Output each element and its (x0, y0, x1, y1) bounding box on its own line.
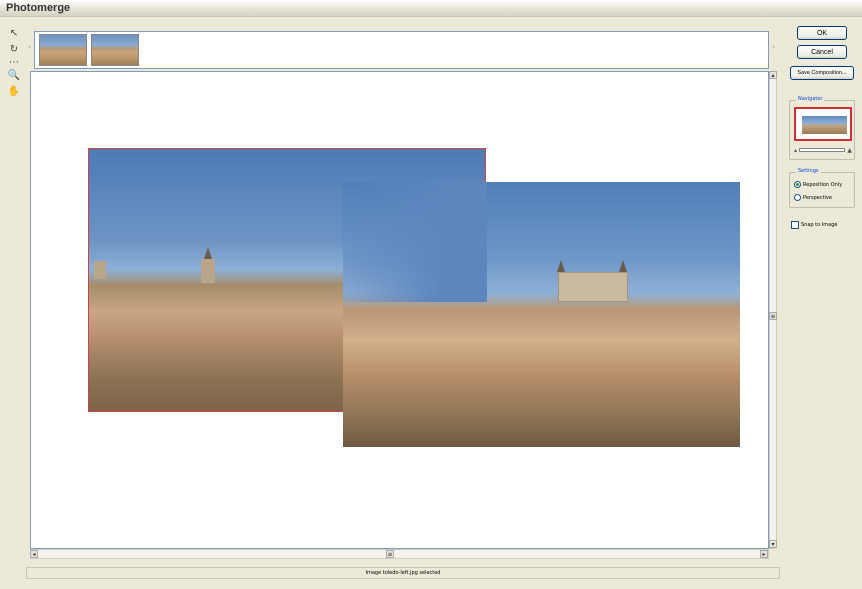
lightbox-scroll-right-icon[interactable]: › (772, 42, 775, 51)
snap-to-image-label: Snap to Image (801, 222, 838, 228)
navigator-thumbnail (802, 116, 847, 134)
alcazar-spire-left (557, 260, 565, 272)
reposition-only-label: Reposition Only (803, 181, 843, 188)
vertical-scrollbar[interactable]: ▴ ≡ ▾ (769, 71, 777, 549)
status-bar: Image toledo-left.jpg selected (26, 567, 780, 579)
zoom-in-icon[interactable]: ▲ (847, 147, 852, 154)
move-view-tool-icon[interactable]: ✋ (6, 84, 22, 98)
thumbnail-image-2[interactable] (91, 34, 139, 66)
dialog-buttons: OK Cancel Save Composition... (789, 26, 855, 85)
thumbnail-image-1[interactable] (39, 34, 87, 66)
church-dome (94, 261, 106, 279)
navigator-panel: Navigator ▴ ▲ (789, 96, 855, 160)
toolbox: ↖ ↻ ⋯ 🔍 ✋ (6, 26, 24, 100)
scroll-right-icon[interactable]: ▸ (760, 550, 768, 558)
lightbox-scroll-left-icon[interactable]: ‹ (28, 42, 31, 51)
save-composition-button[interactable]: Save Composition... (790, 66, 854, 80)
overlap-blend (343, 182, 487, 302)
rotate-image-tool-icon[interactable]: ↻ (6, 42, 22, 56)
cancel-button[interactable]: Cancel (797, 45, 847, 59)
cathedral-tower (201, 259, 215, 283)
ok-button[interactable]: OK (797, 26, 847, 40)
navigator-preview[interactable] (794, 107, 852, 141)
cathedral-spire (204, 247, 212, 259)
alcazar-building (558, 272, 628, 302)
zoom-slider[interactable] (799, 148, 846, 152)
window-title: Photomerge (6, 2, 71, 14)
scroll-up-icon[interactable]: ▴ (769, 71, 777, 79)
perspective-radio[interactable] (794, 194, 801, 201)
alcazar-spire-right (619, 260, 627, 272)
panorama-image-right[interactable] (343, 182, 740, 447)
settings-legend: Settings (796, 168, 821, 174)
scroll-down-icon[interactable]: ▾ (769, 540, 777, 548)
lightbox (34, 31, 769, 69)
title-bar: Photomerge (0, 0, 862, 17)
horizontal-scroll-thumb[interactable]: ≡ (386, 550, 394, 558)
vertical-scroll-thumb[interactable]: ≡ (769, 312, 777, 320)
navigator-legend: Navigator (796, 96, 825, 102)
zoom-tool-icon[interactable]: 🔍 (6, 68, 22, 82)
zoom-out-icon[interactable]: ▴ (794, 147, 797, 154)
select-image-tool-icon[interactable]: ↖ (6, 26, 22, 40)
snap-to-image-option[interactable]: Snap to Image (791, 221, 837, 229)
snap-to-image-checkbox[interactable] (791, 221, 799, 229)
reposition-only-option[interactable]: Reposition Only (794, 181, 842, 188)
scroll-left-icon[interactable]: ◂ (30, 550, 38, 558)
vanishing-point-tool-icon[interactable]: ⋯ (6, 57, 22, 68)
status-text: Image toledo-left.jpg selected (365, 570, 441, 576)
perspective-label: Perspective (803, 194, 832, 201)
perspective-option[interactable]: Perspective (794, 194, 832, 201)
work-area[interactable] (30, 71, 769, 549)
navigator-zoom: ▴ ▲ (794, 146, 852, 154)
horizontal-scrollbar[interactable]: ◂ ≡ ▸ (30, 549, 769, 559)
reposition-only-radio[interactable] (794, 181, 801, 188)
settings-panel: Settings Reposition Only Perspective (789, 168, 855, 208)
